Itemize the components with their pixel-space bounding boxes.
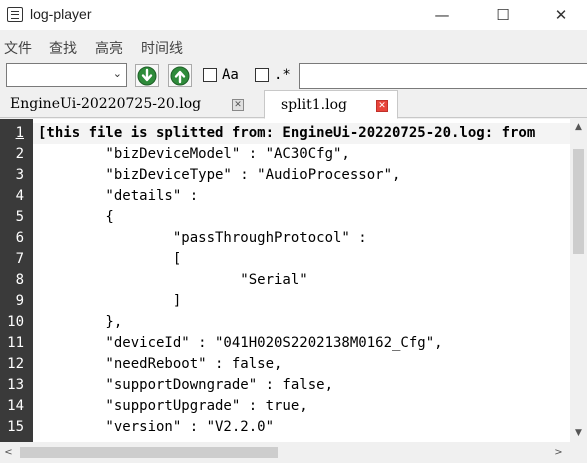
scroll-down-icon[interactable]: ▼ xyxy=(570,425,587,442)
code-line: [this file is splitted from: EngineUi-20… xyxy=(38,125,536,141)
menu-highlight[interactable]: 高亮 xyxy=(95,38,123,58)
menu-file[interactable]: 文件 xyxy=(4,38,32,58)
maximize-button[interactable]: ☐ xyxy=(474,0,532,30)
menu-search[interactable]: 查找 xyxy=(49,38,77,58)
app-notepad-icon xyxy=(7,7,23,22)
code-line: }, xyxy=(38,314,123,330)
line-number: 4 xyxy=(15,188,24,204)
line-number: 7 xyxy=(15,251,24,267)
code-line: "version" : "V2.2.0" xyxy=(38,419,275,435)
tab-label: EngineUi-20220725-20.log xyxy=(10,96,202,112)
code-line: "deviceId" : "041H020S2202138M0162_Cfg", xyxy=(38,335,443,351)
regex-checkbox[interactable] xyxy=(255,68,269,82)
line-number: 11 xyxy=(7,335,24,351)
line-number: 13 xyxy=(7,377,24,393)
tab-close-icon[interactable]: ✕ xyxy=(376,100,388,112)
menu-bar: 文件 查找 高亮 时间线 xyxy=(0,30,587,60)
code-line: ] xyxy=(38,293,182,309)
line-number: 2 xyxy=(15,146,24,162)
code-line: "bizDeviceModel" : "AC30Cfg", xyxy=(38,146,350,162)
code-line: "Serial" xyxy=(38,272,308,288)
scroll-left-icon[interactable]: < xyxy=(0,444,17,461)
match-case-checkbox[interactable] xyxy=(203,68,217,82)
scroll-up-icon[interactable]: ▲ xyxy=(570,119,587,136)
vertical-scrollbar[interactable]: ▲ ▼ xyxy=(570,119,587,442)
line-number: 9 xyxy=(15,293,24,309)
search-input[interactable] xyxy=(299,63,587,89)
code-line: [ xyxy=(38,251,182,267)
regex-label: .* xyxy=(274,67,291,83)
tab-split1[interactable]: split1.log ✕ xyxy=(264,90,398,119)
line-number-gutter: 1 2 3 4 5 6 7 8 9 10 11 12 13 14 15 xyxy=(0,119,33,442)
match-case-label: Aa xyxy=(222,67,239,83)
vertical-scroll-thumb[interactable] xyxy=(573,149,584,254)
scrollbar-corner xyxy=(570,442,587,463)
search-history-combo[interactable]: ⌄ xyxy=(6,63,127,87)
window-title: log-player xyxy=(30,6,92,22)
search-toolbar: ⌄ Aa .* xyxy=(0,60,587,90)
code-line: "needReboot" : false, xyxy=(38,356,283,372)
code-line: "details" : xyxy=(38,188,199,204)
find-next-button[interactable] xyxy=(135,64,159,87)
line-number: 1 xyxy=(15,125,24,141)
close-window-button[interactable]: ✕ xyxy=(532,0,587,30)
horizontal-scrollbar[interactable]: < > xyxy=(0,442,570,463)
line-number: 8 xyxy=(15,272,24,288)
tab-label: split1.log xyxy=(281,97,347,113)
line-number: 6 xyxy=(15,230,24,246)
code-line: "passThroughProtocol" : xyxy=(38,230,367,246)
arrow-up-circle-icon xyxy=(170,66,190,85)
scroll-right-icon[interactable]: > xyxy=(550,444,567,461)
tab-bar: EngineUi-20220725-20.log ✕ split1.log ✕ xyxy=(0,90,587,119)
log-editor[interactable]: 1 2 3 4 5 6 7 8 9 10 11 12 13 14 15 [thi… xyxy=(0,119,570,442)
tab-enginelog[interactable]: EngineUi-20220725-20.log ✕ xyxy=(0,90,258,118)
code-line: { xyxy=(38,209,114,225)
tab-close-icon[interactable]: ✕ xyxy=(232,99,244,111)
horizontal-scroll-thumb[interactable] xyxy=(20,447,278,458)
title-bar: log-player — ☐ ✕ xyxy=(0,0,587,30)
line-number: 12 xyxy=(7,356,24,372)
line-number: 5 xyxy=(15,209,24,225)
arrow-down-circle-icon xyxy=(137,66,157,85)
line-number: 14 xyxy=(7,398,24,414)
line-number: 3 xyxy=(15,167,24,183)
chevron-down-icon[interactable]: ⌄ xyxy=(113,67,122,80)
menu-timeline[interactable]: 时间线 xyxy=(141,38,183,58)
code-line: "supportUpgrade" : true, xyxy=(38,398,308,414)
code-line: "bizDeviceType" : "AudioProcessor", xyxy=(38,167,401,183)
line-number: 10 xyxy=(7,314,24,330)
line-number: 15 xyxy=(7,419,24,435)
code-line: "supportDowngrade" : false, xyxy=(38,377,334,393)
find-previous-button[interactable] xyxy=(168,64,192,87)
minimize-button[interactable]: — xyxy=(413,0,471,30)
